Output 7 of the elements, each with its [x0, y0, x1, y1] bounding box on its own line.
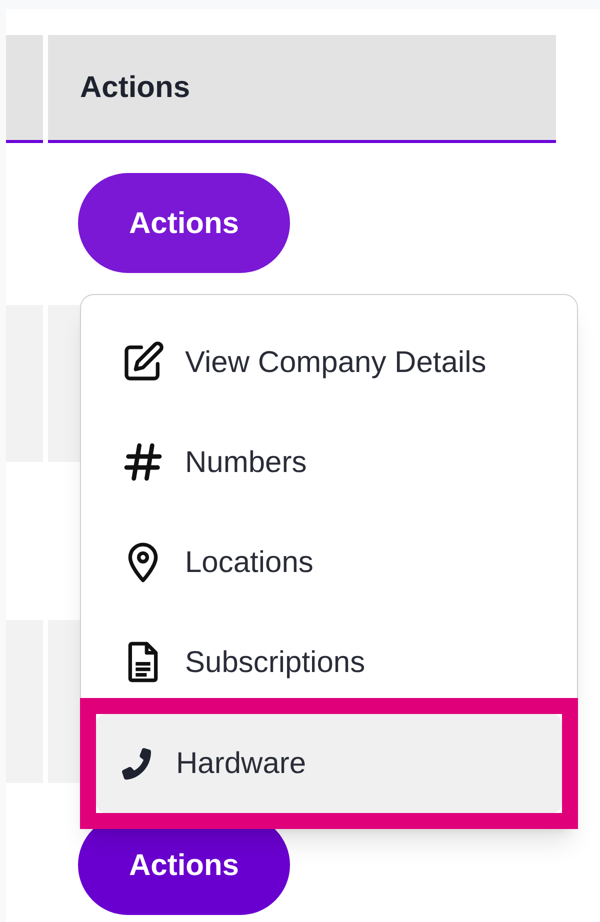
menu-item[interactable]: Subscriptions	[81, 612, 577, 712]
menu-item[interactable]: Hardware	[96, 714, 562, 813]
menu-item[interactable]: Numbers	[81, 412, 577, 512]
column-header: Actions	[80, 70, 190, 106]
menu-item[interactable]: Locations	[81, 512, 577, 612]
actions-button[interactable]: Actions	[78, 173, 290, 273]
menu-item[interactable]: View Company Details	[81, 312, 577, 412]
